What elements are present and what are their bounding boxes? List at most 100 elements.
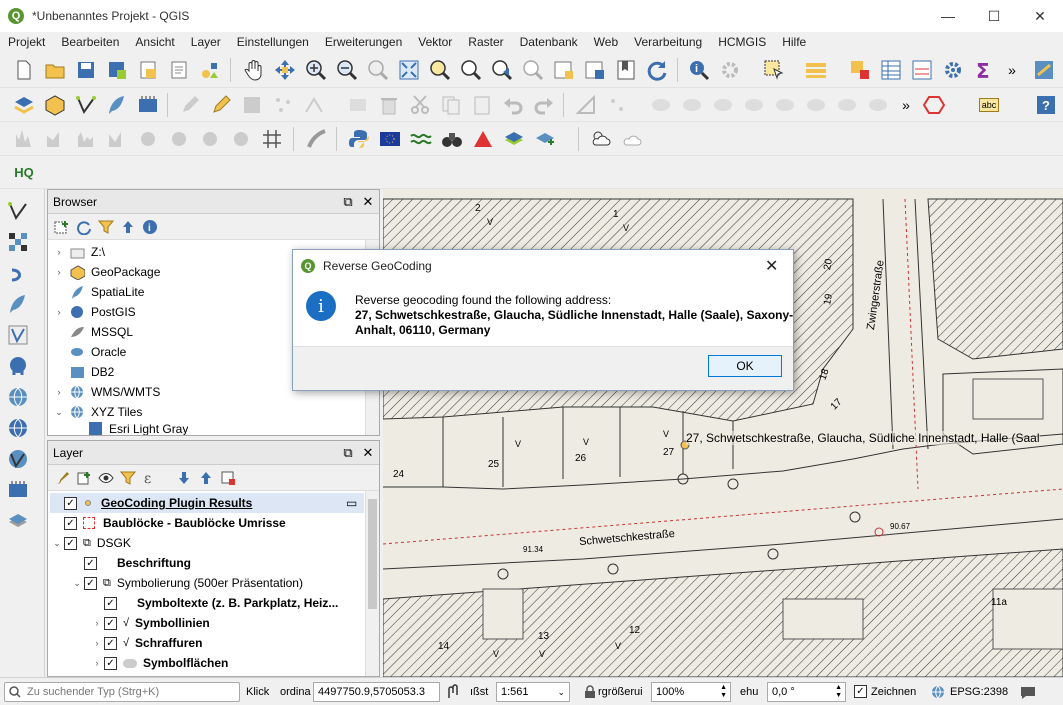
paste-features-button[interactable] [470, 93, 494, 117]
python-console-button[interactable] [347, 127, 371, 151]
magnifier-spinbox[interactable]: 100% ▲ ▼ [651, 682, 731, 702]
filter-browser-button[interactable] [94, 215, 118, 239]
add-group-button[interactable] [72, 466, 96, 490]
cut-features-button[interactable] [408, 93, 432, 117]
menu-einstellungen[interactable]: Einstellungen [229, 35, 317, 49]
browser-item-esri[interactable]: Esri Light Gray [88, 422, 188, 435]
deselect-button[interactable] [848, 58, 872, 82]
add-wfs-side-button[interactable] [6, 447, 30, 471]
layer-checkbox[interactable]: ✓ [104, 636, 117, 650]
filter-expression-button[interactable]: ε [138, 466, 162, 490]
add-selected-layers-button[interactable] [50, 215, 74, 239]
shape-digitize-button[interactable] [922, 93, 946, 117]
digitize-point-button[interactable] [605, 93, 629, 117]
layout-manager-button[interactable] [167, 58, 191, 82]
toggle-editing-button[interactable] [209, 93, 233, 117]
save-edits-button[interactable] [240, 93, 264, 117]
layer-group-symbolierung[interactable]: ⌄ ✓ ⧉ Symbolierung (500er Präsentation) [70, 573, 303, 593]
add-text-side-button[interactable] [6, 292, 30, 316]
layers-scrollbar[interactable] [365, 491, 379, 676]
maximize-button[interactable]: ☐ [971, 0, 1017, 32]
new-3d-view-button[interactable] [583, 58, 607, 82]
weather-button[interactable] [589, 127, 613, 151]
increase-brightness-button[interactable] [136, 127, 160, 151]
manage-visibility-button[interactable] [94, 466, 118, 490]
contrast-button[interactable] [198, 127, 222, 151]
layer-checkbox[interactable]: ✓ [64, 536, 77, 550]
browser-item-mssql[interactable]: MSSQL [52, 322, 133, 342]
vertex-tool-button[interactable] [302, 93, 326, 117]
mesh-tool-button[interactable] [12, 127, 36, 151]
collapse-arrow-icon[interactable]: ⌄ [50, 538, 64, 549]
open-project-button[interactable] [43, 58, 67, 82]
add-vector-side-button[interactable] [6, 199, 30, 223]
toolbar-overflow-button[interactable]: » [1000, 58, 1024, 82]
identify-features-button[interactable]: i [687, 58, 711, 82]
layer-checkbox[interactable]: ✓ [104, 616, 117, 630]
delete-selected-button[interactable] [377, 93, 401, 117]
layer-item-symbolflaechen[interactable]: › ✓ Symbolflächen [90, 653, 229, 673]
crs-globe-icon[interactable] [931, 685, 945, 699]
layer-checkbox[interactable]: ✓ [84, 576, 97, 590]
zoom-in-button[interactable] [304, 58, 328, 82]
hq-plugin-button[interactable]: HQ [12, 160, 36, 184]
attribute-table-button[interactable] [879, 58, 903, 82]
zoom-last-button[interactable] [490, 58, 514, 82]
menu-bearbeiten[interactable]: Bearbeiten [53, 35, 127, 49]
grid-button[interactable] [260, 127, 284, 151]
menu-erweiterungen[interactable]: Erweiterungen [317, 35, 410, 49]
menu-hilfe[interactable]: Hilfe [774, 35, 814, 49]
rotation-spinbox[interactable]: 0,0 ° ▲ ▼ [767, 682, 846, 702]
stretch-button[interactable] [105, 127, 129, 151]
zoom-native-button[interactable] [366, 58, 390, 82]
collapse-all-button[interactable] [116, 215, 140, 239]
add-postgis-side-button[interactable] [6, 354, 30, 378]
open-layer-styling-button[interactable] [50, 466, 74, 490]
new-project-button[interactable] [12, 58, 36, 82]
simplify-feature-button[interactable] [649, 93, 673, 117]
minimize-button[interactable]: — [925, 0, 971, 32]
add-layer-plugin-button[interactable] [533, 127, 557, 151]
menu-web[interactable]: Web [586, 35, 626, 49]
delete-part-button[interactable] [804, 93, 828, 117]
add-wms-side-button[interactable] [6, 385, 30, 409]
menu-vektor[interactable]: Vektor [410, 35, 460, 49]
offset-curve-button[interactable] [866, 93, 890, 117]
layer-checkbox[interactable]: ✓ [64, 516, 77, 530]
remove-layer-button[interactable] [216, 466, 240, 490]
browser-item-xyz[interactable]: ⌄ XYZ Tiles [52, 402, 142, 422]
eu-plugin-button[interactable] [378, 127, 402, 151]
zoom-out-button[interactable] [335, 58, 359, 82]
menu-projekt[interactable]: Projekt [0, 35, 53, 49]
expand-arrow-icon[interactable]: › [52, 387, 66, 397]
statistics-button[interactable]: Σ [972, 58, 996, 82]
style-manager-button[interactable] [198, 58, 222, 82]
layer-notes-icon[interactable]: ▭ [346, 496, 357, 510]
refresh-browser-button[interactable] [72, 215, 96, 239]
zoom-to-selection-button[interactable] [428, 58, 452, 82]
layer-checkbox[interactable]: ✓ [104, 656, 117, 670]
add-delimited-text-button[interactable] [105, 93, 129, 117]
expand-all-button[interactable] [172, 466, 196, 490]
render-checkbox[interactable]: ✓ [854, 685, 867, 698]
add-spatialite-button[interactable] [136, 93, 160, 117]
multi-edit-button[interactable] [346, 93, 370, 117]
data-source-manager-button[interactable] [12, 93, 36, 117]
close-window-button[interactable]: ✕ [1017, 0, 1063, 32]
field-calculator-button[interactable] [910, 58, 934, 82]
browser-item-drive[interactable]: › Z:\ [52, 242, 106, 262]
decrease-brightness-button[interactable] [167, 127, 191, 151]
lock-icon[interactable] [584, 685, 596, 699]
ok-button[interactable]: OK [708, 355, 782, 377]
collapse-all-layers-button[interactable] [194, 466, 218, 490]
coordinate-field[interactable]: 4497750.9,5705053.3 [313, 682, 440, 702]
coordinate-toggle-icon[interactable] [446, 684, 462, 700]
zoom-full-button[interactable] [397, 58, 421, 82]
locator-search-input[interactable]: Zu suchender Typ (Strg+K) [4, 682, 240, 702]
reshape-button[interactable] [835, 93, 859, 117]
zoom-next-button[interactable] [521, 58, 545, 82]
layer-item-schraffuren[interactable]: › ✓ √ Schraffuren [90, 633, 203, 653]
refresh-button[interactable] [645, 58, 669, 82]
add-vector-layer-button[interactable] [74, 93, 98, 117]
expand-arrow-icon[interactable]: › [90, 638, 104, 648]
